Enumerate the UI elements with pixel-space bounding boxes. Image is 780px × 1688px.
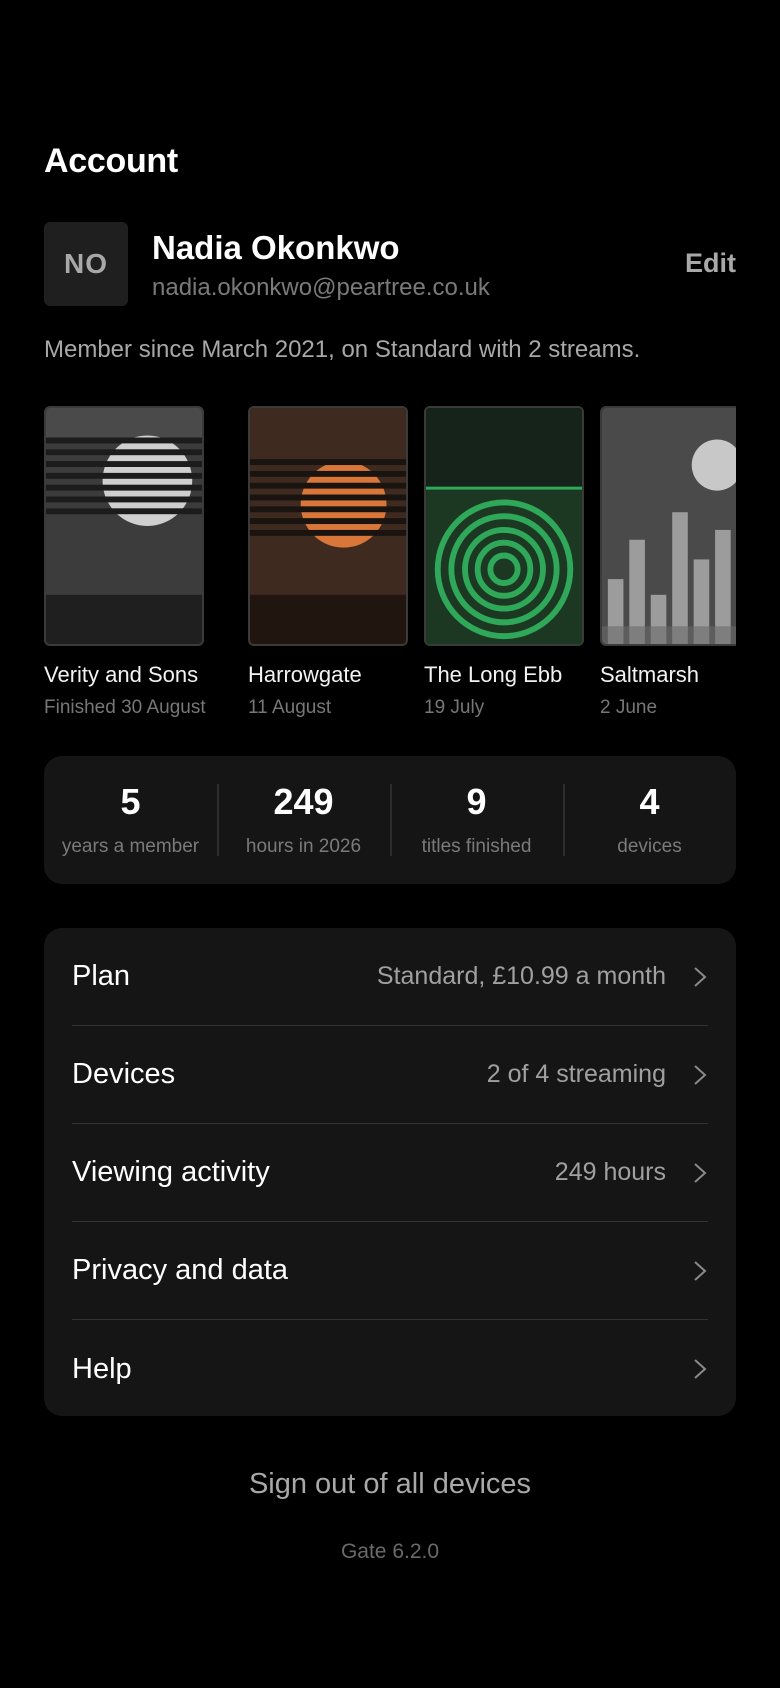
row-value: 249 hours bbox=[554, 1158, 666, 1186]
settings-row-devices[interactable]: Devices 2 of 4 streaming bbox=[72, 1026, 708, 1124]
row-label: Viewing activity bbox=[72, 1156, 270, 1188]
stat-label: titles finished bbox=[421, 836, 532, 857]
settings-row-privacy[interactable]: Privacy and data bbox=[72, 1222, 708, 1320]
chevron-right-icon bbox=[694, 1359, 707, 1379]
stat-hours: 249 hours in 2026 bbox=[217, 756, 390, 884]
settings-row-viewing-activity[interactable]: Viewing activity 249 hours bbox=[72, 1124, 708, 1222]
app-version: Gate 6.2.0 bbox=[340, 1540, 440, 1563]
cover-art-striped-sun bbox=[248, 406, 408, 646]
cover-art-green-rings bbox=[424, 406, 584, 646]
stat-value: 5 bbox=[120, 781, 141, 822]
row-label: Plan bbox=[72, 960, 131, 992]
membership-summary: Member since March 2021, on Standard wit… bbox=[44, 336, 641, 363]
settings-row-plan[interactable]: Plan Standard, £10.99 a month bbox=[72, 928, 708, 1026]
profile-email: nadia.okonkwo@peartree.co.uk bbox=[152, 274, 490, 301]
settings-list: Plan Standard, £10.99 a month Devices 2 … bbox=[44, 928, 736, 1416]
row-value: Standard, £10.99 a month bbox=[376, 962, 666, 990]
cover-art-striped-moon bbox=[44, 406, 204, 646]
stat-label: years a member bbox=[61, 836, 200, 857]
history-card-saltmarsh[interactable]: Saltmarsh 2 June bbox=[600, 406, 736, 719]
history-card-the-long-ebb[interactable]: The Long Ebb 19 July bbox=[424, 406, 584, 719]
row-label: Help bbox=[72, 1352, 132, 1385]
history-date: 2 June bbox=[600, 697, 658, 718]
history-card-verity-and-sons[interactable]: Verity and Sons Finished 30 August bbox=[44, 406, 206, 719]
stat-devices: 4 devices bbox=[563, 756, 736, 884]
stat-titles-finished: 9 titles finished bbox=[390, 756, 563, 884]
watch-history-strip[interactable]: Verity and Sons Finished 30 August Harro… bbox=[44, 406, 736, 724]
stat-label: hours in 2026 bbox=[245, 836, 362, 857]
chevron-right-icon bbox=[694, 1162, 707, 1183]
stat-years-member: 5 years a member bbox=[44, 756, 217, 884]
profile-name: Nadia Okonkwo bbox=[152, 229, 400, 266]
history-date: Finished 30 August bbox=[44, 697, 206, 718]
chevron-right-icon bbox=[694, 1064, 707, 1085]
stat-value: 4 bbox=[639, 781, 660, 822]
row-value: 2 of 4 streaming bbox=[486, 1060, 666, 1088]
settings-row-help[interactable]: Help bbox=[72, 1320, 708, 1418]
page-title: Account bbox=[44, 142, 178, 180]
avatar-initials: NO bbox=[64, 248, 108, 279]
stat-label: devices bbox=[617, 836, 682, 857]
cover-art-bars-and-moon bbox=[600, 406, 736, 646]
chevron-right-icon bbox=[694, 1260, 707, 1281]
chevron-right-icon bbox=[694, 966, 707, 987]
stats-panel: 5 years a member 249 hours in 2026 9 tit… bbox=[44, 756, 736, 884]
avatar: NO bbox=[44, 222, 128, 306]
history-date: 19 July bbox=[424, 697, 485, 718]
history-title: Verity and Sons bbox=[44, 662, 199, 687]
row-label: Privacy and data bbox=[72, 1254, 289, 1286]
history-card-harrowgate[interactable]: Harrowgate 11 August bbox=[248, 406, 408, 719]
history-title: Saltmarsh bbox=[600, 662, 700, 687]
sign-out-all-devices-button[interactable]: Sign out of all devices bbox=[0, 1468, 780, 1501]
stat-value: 9 bbox=[466, 781, 487, 822]
row-label: Devices bbox=[72, 1058, 176, 1090]
history-title: Harrowgate bbox=[248, 662, 362, 687]
history-title: The Long Ebb bbox=[424, 662, 563, 687]
history-date: 11 August bbox=[248, 697, 332, 718]
edit-profile-button[interactable]: Edit bbox=[685, 248, 736, 279]
stat-value: 249 bbox=[273, 781, 334, 822]
